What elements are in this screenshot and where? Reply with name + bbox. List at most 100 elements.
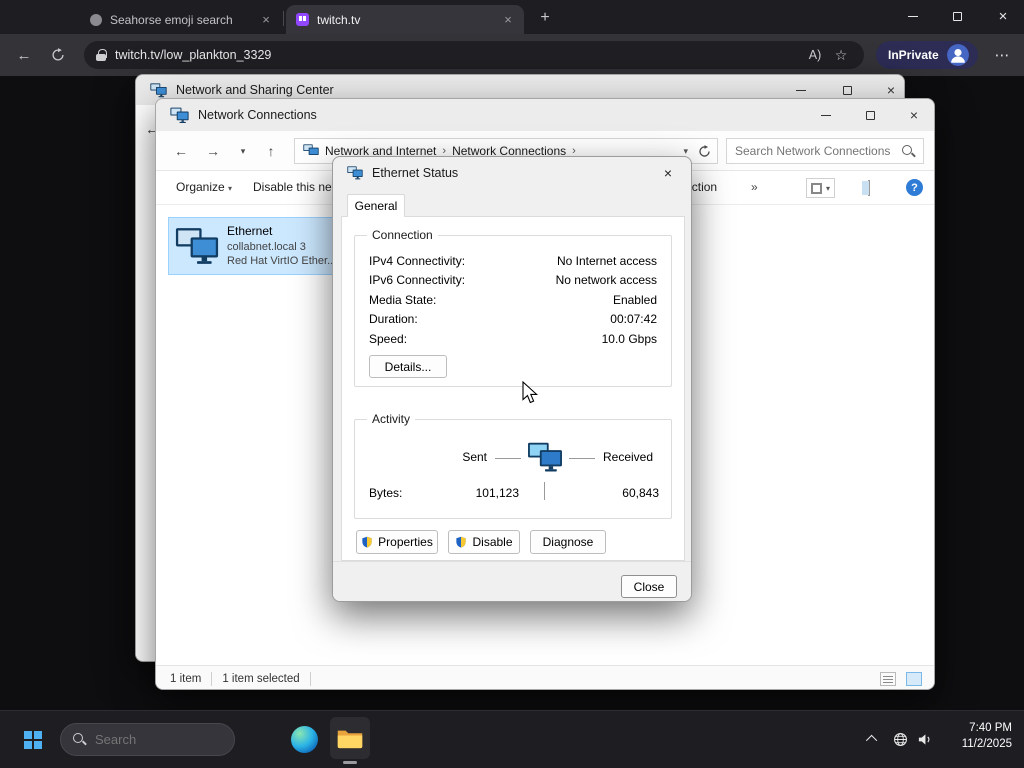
browser-maximize-button[interactable] [936, 0, 978, 32]
taskbar-search[interactable] [60, 723, 235, 756]
view-mode-selector[interactable]: ▾ [806, 178, 836, 198]
tab-title: Seahorse emoji search [110, 12, 233, 27]
view-grid-icon [811, 182, 822, 194]
breadcrumb-location-icon [303, 144, 319, 155]
network-tray-icon[interactable] [888, 710, 912, 768]
tab-general[interactable]: General [347, 194, 405, 217]
properties-button[interactable]: Properties [356, 530, 438, 554]
folder-icon [337, 730, 363, 748]
dialog-bottom-bar: Close [333, 561, 691, 601]
browser-tab-seahorse[interactable]: Seahorse emoji search × [80, 5, 282, 34]
bytes-received-value: 60,843 [622, 486, 659, 500]
nc-status-bar: 1 item 1 item selected [156, 665, 934, 689]
dropdown-icon: ▾ [826, 183, 831, 193]
uac-shield-icon [456, 536, 467, 548]
nc-titlebar[interactable]: Network Connections × [156, 99, 934, 131]
tab-close-icon[interactable]: × [258, 12, 274, 27]
tab-separator [283, 11, 284, 26]
sent-label: Sent [462, 450, 487, 464]
preview-pane-button[interactable] [868, 180, 870, 196]
new-tab-button[interactable]: + [532, 6, 558, 30]
ethernet-adapter-icon [175, 227, 219, 264]
activity-computers-icon [528, 442, 562, 472]
nc-close-button[interactable]: × [894, 99, 934, 131]
refresh-icon [52, 48, 64, 61]
browser-menu-button[interactable]: ⋯ [988, 42, 1016, 68]
speed-row: Speed: 10.0 Gbps [369, 331, 657, 346]
dialog-tab-page: Connection IPv4 Connectivity: No Internet… [341, 216, 685, 561]
help-button[interactable]: ? [906, 179, 923, 196]
active-app-indicator [343, 761, 357, 764]
url-input[interactable] [115, 48, 802, 62]
file-explorer-taskbar-icon[interactable] [330, 717, 370, 759]
nc-search-box[interactable] [726, 138, 924, 164]
bytes-divider [544, 482, 545, 500]
connection-group-label: Connection [367, 228, 438, 242]
bytes-label: Bytes: [369, 486, 403, 500]
ethernet-status-dialog: Ethernet Status × General Connection IPv… [332, 156, 692, 602]
taskbar-clock[interactable]: 7:40 PM 11/2/2025 [930, 720, 1012, 752]
address-bar[interactable]: A) ☆ [84, 41, 864, 69]
nc-maximize-button[interactable] [850, 99, 890, 131]
details-view-button[interactable] [880, 671, 896, 686]
browser-tab-strip: Seahorse emoji search × twitch.tv × + × [0, 0, 1024, 34]
status-separator [309, 671, 311, 686]
close-button[interactable]: Close [621, 575, 677, 598]
bytes-sent-value: 101,123 [475, 486, 519, 500]
status-selected-count: 1 item selected [222, 672, 300, 685]
tab-favicon-icon [90, 13, 102, 26]
details-button[interactable]: Details... [369, 355, 447, 378]
disable-button[interactable]: Disable [448, 530, 520, 554]
edge-taskbar-icon[interactable] [291, 726, 318, 753]
received-label: Received [603, 450, 654, 464]
nc-search-input[interactable] [735, 144, 902, 158]
browser-refresh-button[interactable] [44, 42, 72, 68]
nc-up-button[interactable]: ↑ [258, 139, 284, 163]
chevron-up-icon [865, 734, 878, 747]
nc-minimize-button[interactable] [806, 99, 846, 131]
search-icon[interactable] [902, 144, 915, 158]
ethernet-status-icon [347, 166, 363, 180]
network-connections-icon [170, 107, 189, 123]
inprivate-badge[interactable]: InPrivate [876, 41, 978, 69]
command-overflow-icon[interactable]: » [751, 180, 758, 194]
nc-history-dropdown-icon[interactable]: ▾ [230, 139, 256, 163]
connection-name: Ethernet [227, 224, 273, 239]
status-separator [211, 671, 213, 686]
connection-device: Red Hat VirtIO Ether... [227, 254, 337, 267]
activity-connector-line [569, 458, 595, 459]
lock-icon [96, 48, 107, 62]
nc-window-title: Network Connections [198, 108, 317, 122]
dropdown-icon: ▾ [228, 184, 233, 193]
organize-menu[interactable]: Organize ▾ [176, 180, 232, 194]
start-button[interactable] [24, 731, 42, 749]
icons-view-button[interactable] [906, 671, 922, 686]
taskbar-search-input[interactable] [95, 732, 205, 747]
browser-tab-twitch[interactable]: twitch.tv × [286, 5, 524, 34]
connection-groupbox: Connection IPv4 Connectivity: No Internet… [354, 228, 672, 387]
connection-domain: collabnet.local 3 [227, 240, 306, 253]
activity-group-label: Activity [367, 412, 416, 426]
favorites-star-icon[interactable]: ☆ [828, 47, 854, 64]
search-icon [73, 733, 86, 746]
media-state-row: Media State: Enabled [369, 292, 657, 307]
refresh-icon[interactable] [698, 144, 711, 158]
browser-back-button[interactable]: ← [10, 42, 38, 68]
browser-minimize-button[interactable] [892, 0, 934, 32]
uac-shield-icon [362, 536, 372, 548]
activity-connector-line [495, 458, 521, 459]
inprivate-label: InPrivate [888, 48, 939, 62]
twitch-favicon-icon [296, 13, 309, 26]
dialog-close-icon[interactable]: × [651, 157, 685, 189]
tray-overflow-button[interactable] [860, 710, 886, 768]
tab-close-icon[interactable]: × [500, 12, 516, 27]
dialog-titlebar[interactable]: Ethernet Status × [333, 157, 691, 189]
nc-forward-button[interactable]: → [200, 139, 226, 163]
address-dropdown-icon[interactable]: ▾ [683, 146, 688, 157]
profile-avatar[interactable] [946, 44, 969, 66]
ipv6-row: IPv6 Connectivity: No network access [369, 273, 657, 288]
nc-back-button[interactable]: ← [168, 139, 194, 163]
browser-close-button[interactable]: × [982, 0, 1024, 32]
read-aloud-icon[interactable]: A) [802, 48, 828, 62]
diagnose-button[interactable]: Diagnose [530, 530, 606, 554]
